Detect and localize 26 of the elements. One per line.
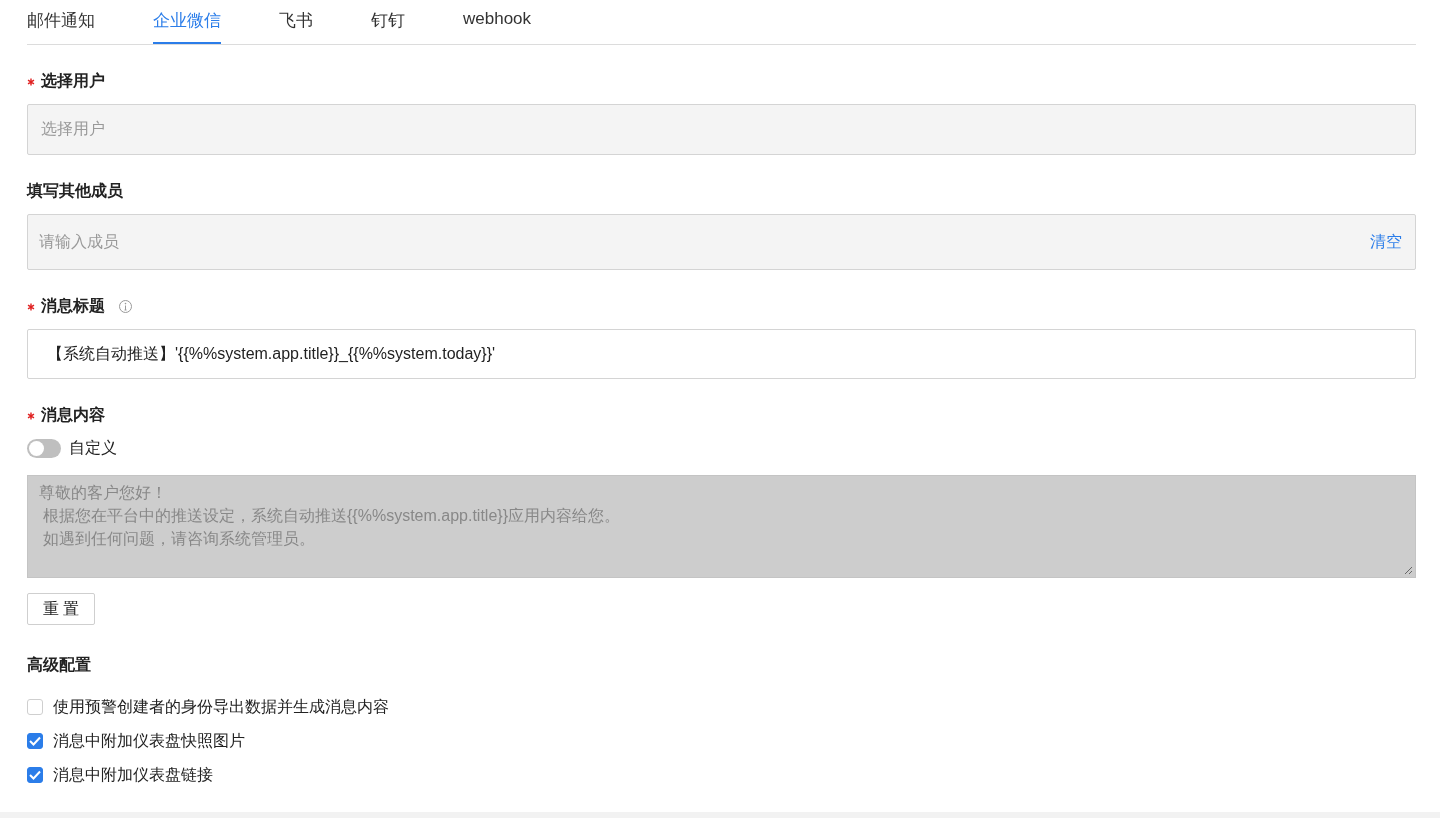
reset-button[interactable]: 重 置 [27,593,96,625]
checkbox-label: 消息中附加仪表盘快照图片 [53,730,245,751]
checkbox-label: 消息中附加仪表盘链接 [53,764,213,785]
field-label: 消息内容 [41,405,105,425]
tab[interactable]: 钉钉 [371,0,405,44]
clear-link[interactable]: 清空 [1370,231,1402,253]
field-label: 填写其他成员 [27,181,123,201]
checkbox[interactable] [27,733,43,749]
required-asterisk-icon [27,411,35,420]
checkbox[interactable] [27,767,43,783]
toggle-switch[interactable] [27,439,61,458]
required-asterisk-icon [27,77,35,86]
tab[interactable]: 飞书 [279,0,313,44]
field-label: 消息标题 [41,296,105,316]
section-title: 高级配置 [27,655,92,675]
checkbox-label: 使用预警创建者的身份导出数据并生成消息内容 [53,696,389,717]
input-field[interactable]: 【系统自动推送】'{{%%system.app.title}}_{{%%system.today}}' [27,329,1416,379]
required-asterisk-icon [27,302,35,311]
tab[interactable]: webhook [463,0,532,44]
tab[interactable]: 邮件通知 [27,0,95,44]
input-field[interactable]: 请输入成员 清空 [27,214,1416,270]
field-label: 选择用户 [41,71,105,91]
tab[interactable]: 企业微信 [153,0,221,44]
toggle-label: 自定义 [69,438,117,458]
resize-handle-icon[interactable] [1404,566,1413,575]
info-icon[interactable] [119,300,132,313]
